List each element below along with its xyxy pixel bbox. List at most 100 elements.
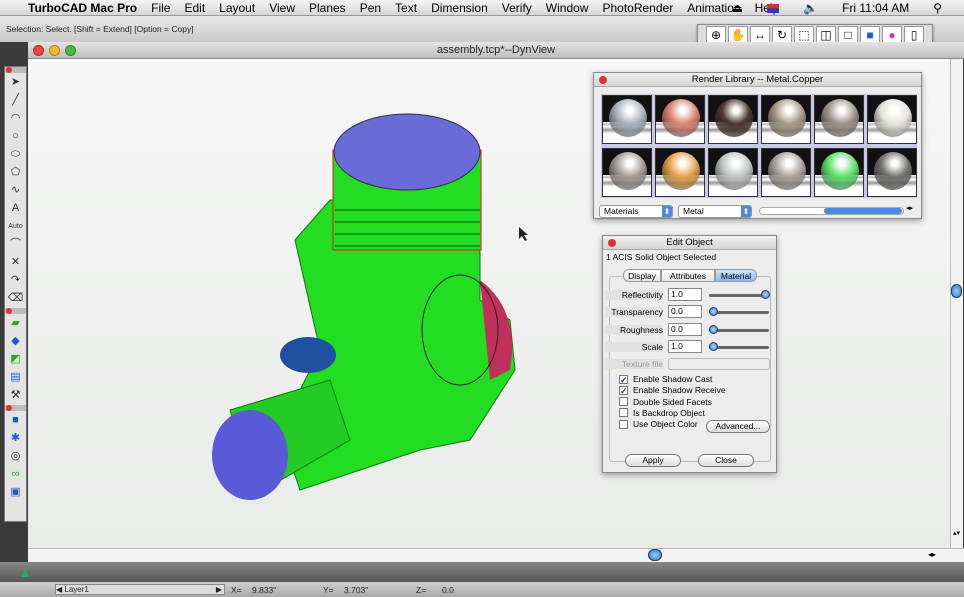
- trim-icon[interactable]: ✕: [6, 254, 25, 271]
- advanced-button[interactable]: Advanced...: [706, 420, 770, 433]
- material-swatch[interactable]: [814, 95, 864, 144]
- menu-view[interactable]: View: [269, 1, 295, 15]
- layer-selector[interactable]: ◀ Layer1 ▶: [55, 584, 225, 595]
- menu-text[interactable]: Text: [395, 1, 417, 15]
- prop-slider[interactable]: [709, 341, 769, 351]
- slider-knob[interactable]: [709, 324, 718, 334]
- swatch-scrollbar[interactable]: [759, 207, 904, 215]
- menu-photorender[interactable]: PhotoRender: [602, 1, 673, 15]
- line-icon[interactable]: ╱: [6, 92, 25, 109]
- polygon-icon[interactable]: ⬠: [6, 164, 25, 181]
- extrude-icon[interactable]: ▣: [6, 484, 25, 501]
- select-arrow-icon[interactable]: ➤: [6, 74, 25, 91]
- hammer-icon[interactable]: ⚒: [6, 387, 25, 404]
- menu-dimension[interactable]: Dimension: [431, 1, 488, 15]
- next-layer-icon[interactable]: ▶: [216, 585, 222, 594]
- checkbox[interactable]: ✓: [619, 385, 628, 395]
- apply-button[interactable]: Apply: [625, 454, 681, 467]
- menu-app[interactable]: TurboCAD Mac Pro: [28, 1, 137, 15]
- swatch-scroll-thumb[interactable]: [824, 208, 902, 214]
- eject-icon[interactable]: ⏏: [732, 1, 743, 15]
- box-solid-icon[interactable]: ■: [6, 412, 25, 429]
- section-icon[interactable]: ◩: [6, 351, 25, 368]
- auto-dimension-icon[interactable]: Auto: [6, 218, 25, 235]
- star-solid-icon[interactable]: ✱: [6, 430, 25, 447]
- window-title: assembly.tcp*--DynView: [436, 44, 556, 56]
- scroll-arrows-icon[interactable]: ◂▸: [928, 550, 936, 559]
- view-plane-icon[interactable]: ▤: [6, 369, 25, 386]
- curve-icon[interactable]: ∿: [6, 182, 25, 199]
- circle-icon[interactable]: ○: [6, 128, 25, 145]
- minimize-button[interactable]: [49, 45, 60, 56]
- plane-icon[interactable]: ▰: [6, 315, 25, 332]
- text-icon[interactable]: A: [6, 200, 25, 217]
- prop-slider[interactable]: [709, 324, 769, 334]
- menu-planes[interactable]: Planes: [309, 1, 346, 15]
- checkbox-row[interactable]: Double Sided Facets: [619, 397, 712, 407]
- material-swatch[interactable]: [867, 95, 917, 144]
- texture-file-select[interactable]: [668, 358, 770, 370]
- volume-icon[interactable]: 🔈: [803, 1, 818, 15]
- menu-pen[interactable]: Pen: [360, 1, 381, 15]
- arc-icon[interactable]: ◠: [6, 110, 25, 127]
- menu-layout[interactable]: Layout: [219, 1, 255, 15]
- horizontal-scrollbar[interactable]: ◂▸: [28, 548, 964, 562]
- subcategory-select[interactable]: Metal: [678, 205, 752, 218]
- tab-attributes[interactable]: Attributes: [661, 269, 715, 282]
- workplane-icon[interactable]: ◆: [6, 333, 25, 350]
- close-button[interactable]: [33, 45, 44, 56]
- material-swatch[interactable]: [602, 95, 652, 144]
- material-swatch[interactable]: [655, 95, 705, 144]
- menu-edit[interactable]: Edit: [184, 1, 205, 15]
- spotlight-icon[interactable]: ⚲: [933, 1, 942, 15]
- scroll-arrows-icon[interactable]: ▴▾: [953, 529, 960, 537]
- ellipse-icon[interactable]: ⬭: [6, 146, 25, 163]
- category-select[interactable]: Materials: [599, 205, 673, 218]
- revolve-icon[interactable]: ◎: [6, 448, 25, 465]
- close-dialog-button[interactable]: Close: [698, 454, 754, 467]
- checkbox-row[interactable]: ✓ Enable Shadow Receive: [619, 385, 726, 395]
- material-swatch[interactable]: [761, 95, 811, 144]
- prop-input[interactable]: 1.0: [668, 339, 702, 353]
- prop-slider[interactable]: [709, 290, 770, 299]
- close-button[interactable]: [599, 76, 607, 84]
- horizontal-scroll-thumb[interactable]: [648, 549, 662, 561]
- slider-knob[interactable]: [761, 290, 770, 299]
- checkbox-row[interactable]: Is Backdrop Object: [619, 408, 705, 418]
- tab-display[interactable]: Display: [623, 269, 661, 282]
- scroll-arrows-icon[interactable]: ◂▸: [906, 204, 913, 212]
- material-swatch[interactable]: [761, 147, 811, 197]
- slider-knob[interactable]: [709, 341, 718, 351]
- zoom-button[interactable]: [65, 45, 76, 56]
- material-swatch[interactable]: [655, 147, 705, 197]
- tab-material[interactable]: Material: [715, 269, 757, 282]
- prop-slider[interactable]: [709, 307, 769, 317]
- menu-file[interactable]: File: [151, 1, 170, 15]
- fillet-icon[interactable]: ⌒: [6, 236, 25, 253]
- prop-input[interactable]: 0.0: [668, 322, 702, 336]
- vertical-scrollbar[interactable]: ▴▾: [950, 59, 963, 548]
- eraser-icon[interactable]: ⌫: [6, 290, 25, 307]
- clock[interactable]: Fri 11:04 AM: [842, 1, 909, 15]
- material-swatch[interactable]: [708, 95, 758, 144]
- material-swatch[interactable]: [602, 147, 652, 197]
- checkbox-row[interactable]: ✓ Enable Shadow Cast: [619, 374, 712, 384]
- boolean-icon[interactable]: ∞: [6, 466, 25, 483]
- material-swatch[interactable]: [867, 147, 917, 197]
- offset-icon[interactable]: ↷: [6, 272, 25, 289]
- checkbox[interactable]: ✓: [619, 374, 628, 384]
- checkbox[interactable]: [619, 397, 628, 407]
- menu-window[interactable]: Window: [546, 1, 589, 15]
- flag-icon[interactable]: [767, 3, 780, 13]
- prop-input[interactable]: 0.0: [668, 305, 702, 319]
- vertical-scroll-thumb[interactable]: [951, 284, 962, 298]
- material-swatch[interactable]: [708, 147, 758, 197]
- checkbox[interactable]: [619, 419, 628, 429]
- checkbox[interactable]: [619, 408, 628, 418]
- close-button[interactable]: [608, 239, 616, 247]
- status-text: Selection: Select. [Shift = Extend] [Opt…: [6, 24, 194, 34]
- checkbox-row[interactable]: Use Object Color: [619, 419, 698, 429]
- material-swatch[interactable]: [814, 147, 864, 197]
- menu-verify[interactable]: Verify: [502, 1, 532, 15]
- prop-input[interactable]: 1.0: [668, 288, 702, 301]
